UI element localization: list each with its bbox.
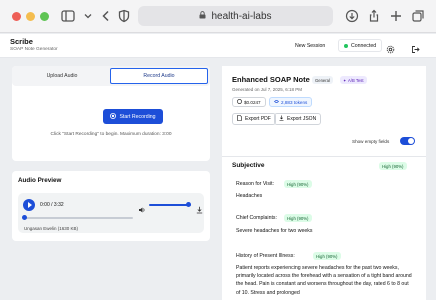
app-title: Scribe: [10, 37, 33, 46]
status-dot-icon: [344, 43, 348, 48]
soap-note-title: Enhanced SOAP Note: [232, 75, 310, 84]
audio-file-size: (1630 KB): [57, 226, 79, 231]
export-pdf-label: Export PDF: [245, 116, 271, 122]
cost-badge: $0.0247: [232, 97, 266, 107]
tokens-value: 2,883 tokens: [281, 99, 308, 105]
download-audio-icon[interactable]: [196, 201, 203, 214]
show-empty-label: Show empty fields: [352, 139, 390, 144]
sidebar-icon[interactable]: [60, 8, 76, 24]
sparkle-icon: ✦: [343, 77, 347, 83]
export-pdf-button[interactable]: Export PDF: [232, 113, 276, 125]
document-icon: [237, 115, 242, 123]
generated-timestamp: Generated on Jul 7, 2025, 6:18 PM: [232, 87, 303, 92]
tab-upload-audio[interactable]: Upload Audio: [14, 68, 110, 84]
download-icon: [279, 115, 284, 123]
address-bar[interactable]: health-ai-labs: [138, 6, 333, 26]
confidence-badge: High (90%): [379, 162, 407, 170]
confidence-badge: High (90%): [284, 180, 312, 188]
shield-icon[interactable]: [116, 8, 132, 24]
cost-value: $0.0247: [244, 99, 261, 105]
field-value-chief-complaints: Severe headaches for two weeks: [236, 228, 313, 234]
audio-preview-card: Audio Preview 0:00 / 3:32 Ungasan Ewelin…: [12, 171, 210, 241]
back-icon[interactable]: [98, 8, 114, 24]
soap-note-card: Enhanced SOAP Note General ✦ A/B Test Ge…: [222, 66, 426, 300]
record-hint: Click "Start Recording" to begin. Maximu…: [50, 132, 172, 137]
playback-time: 0:00 / 3:32: [40, 202, 64, 208]
export-json-label: Export JSON: [287, 116, 317, 122]
audio-preview-title: Audio Preview: [18, 177, 62, 184]
subjective-section: Subjective High (90%) Reason for Visit: …: [222, 156, 426, 300]
minimize-window-button[interactable]: [26, 12, 35, 21]
note-type-badge: General: [312, 76, 333, 84]
tokens-badge: 2,883 tokens: [269, 97, 313, 107]
download-icon[interactable]: [344, 8, 360, 24]
settings-icon[interactable]: [386, 41, 395, 54]
confidence-badge: High (90%): [313, 252, 341, 260]
tab-record-audio[interactable]: Record Audio: [110, 68, 208, 84]
close-window-button[interactable]: [12, 12, 21, 21]
play-button[interactable]: [23, 199, 35, 211]
new-tab-icon[interactable]: [388, 8, 404, 24]
chevron-down-icon[interactable]: [80, 8, 96, 24]
seek-bar-handle[interactable]: [22, 215, 27, 220]
audio-file-name: Ungasan Ewelin: [24, 226, 57, 231]
new-session-button[interactable]: New Session: [289, 39, 332, 52]
field-value-reason: Headaches: [236, 193, 263, 199]
tokens-icon: [274, 99, 279, 105]
app-header: Scribe SOAP Note Generator New Session C…: [0, 34, 436, 58]
export-json-button[interactable]: Export JSON: [274, 113, 322, 125]
audio-player: 0:00 / 3:32 Ungasan Ewelin (1630 KB): [18, 193, 204, 233]
share-icon[interactable]: [366, 8, 382, 24]
volume-icon[interactable]: [138, 201, 146, 213]
logout-icon[interactable]: [411, 41, 420, 53]
confidence-badge: High (90%): [284, 214, 312, 222]
ab-test-label: A/B Test: [348, 77, 364, 83]
field-value-hpi: Patient reports experiencing severe head…: [236, 265, 412, 296]
connection-status-badge: Connected: [338, 39, 383, 52]
seek-bar[interactable]: [23, 217, 133, 219]
ab-test-badge: ✦ A/B Test: [340, 76, 367, 84]
field-label-reason: Reason for Visit:: [236, 181, 274, 187]
start-recording-button[interactable]: Start Recording: [103, 109, 163, 124]
field-label-hpi: History of Present Illness:: [236, 253, 295, 259]
section-title: Subjective: [232, 162, 265, 169]
tabs-overview-icon[interactable]: [410, 8, 426, 24]
browser-toolbar: health-ai-labs: [0, 0, 436, 33]
app-subtitle: SOAP Note Generator: [10, 47, 58, 52]
audio-file-info: Ungasan Ewelin (1630 KB): [24, 226, 78, 231]
dollar-icon: [237, 99, 242, 105]
show-empty-toggle[interactable]: [400, 137, 415, 145]
volume-slider-handle[interactable]: [186, 202, 191, 207]
start-recording-label: Start Recording: [119, 113, 156, 120]
volume-slider[interactable]: [149, 204, 191, 206]
record-dot-icon: [110, 112, 117, 121]
audio-source-tabs: Upload Audio Record Audio: [12, 66, 210, 86]
zoom-window-button[interactable]: [40, 12, 49, 21]
lock-icon: [199, 10, 206, 22]
field-label-chief-complaints: Chief Complaints:: [236, 215, 277, 221]
url-text: health-ai-labs: [211, 10, 272, 22]
connection-status-label: Connected: [351, 42, 377, 49]
